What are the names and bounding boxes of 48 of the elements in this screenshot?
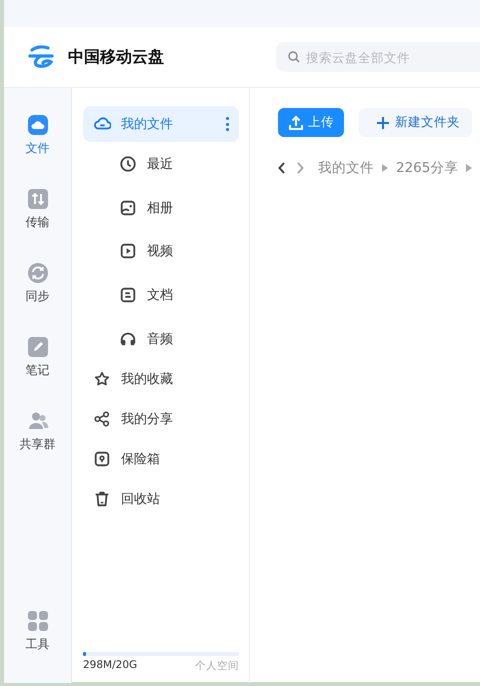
tree-item[interactable]: 回收站 — [83, 480, 239, 517]
grid-icon — [26, 610, 48, 632]
breadcrumb-link[interactable]: 我的文件 — [318, 159, 374, 177]
play-icon — [119, 242, 137, 260]
rail-tab[interactable]: 文件 — [2, 108, 74, 163]
rail-tab[interactable]: 传输 — [2, 182, 74, 237]
app-title: 中国移动云盘 — [68, 46, 164, 68]
sync-icon — [26, 262, 48, 284]
breadcrumb-link[interactable]: 2265分享 — [396, 159, 458, 177]
upload-icon — [288, 114, 304, 130]
trash-icon — [93, 490, 111, 508]
cloud-logo-icon — [28, 45, 56, 69]
separator-icon — [466, 164, 472, 172]
star-icon — [93, 370, 111, 388]
separator-icon — [382, 164, 388, 172]
search-bar[interactable]: 搜索云盘全部文件 — [276, 42, 480, 72]
tree-item[interactable]: 文档 — [83, 277, 239, 314]
search-icon — [288, 51, 300, 63]
back-icon[interactable] — [278, 162, 286, 174]
rail-tab[interactable]: 笔记 — [2, 330, 74, 385]
rail-tab[interactable]: 工具 — [2, 604, 74, 659]
pencil-icon — [26, 336, 48, 358]
tree-item[interactable]: 最近 — [83, 146, 239, 182]
document-icon — [119, 286, 137, 304]
headphones-icon — [119, 330, 137, 348]
storage-label: 个人空间 — [195, 659, 239, 673]
search-field[interactable]: 搜索云盘全部文件 — [306, 50, 476, 64]
tree-item[interactable]: 音频 — [83, 320, 239, 357]
more-icon[interactable] — [226, 117, 229, 131]
tree-item[interactable]: 我的文件 — [83, 106, 239, 142]
tree-item[interactable]: 相册 — [83, 190, 239, 226]
storage-usage: 298M/20G — [83, 659, 138, 673]
share-icon — [93, 410, 111, 428]
rail-tab[interactable]: 同步 — [2, 256, 74, 311]
tree-item[interactable]: 保险箱 — [83, 440, 239, 477]
new-folder-button[interactable]: 新建文件夹 — [359, 108, 472, 137]
clock-icon — [119, 155, 137, 173]
tree-item[interactable]: 视频 — [83, 233, 239, 270]
cloud-icon — [26, 114, 48, 136]
tree-item[interactable]: 我的收藏 — [83, 360, 239, 397]
plus-icon — [375, 114, 391, 130]
lock-box-icon — [93, 450, 111, 468]
rail-tab[interactable]: 共享群 — [2, 404, 74, 459]
tree-item[interactable]: 我的分享 — [83, 400, 239, 437]
photo-icon — [119, 198, 137, 217]
transfer-icon — [26, 188, 48, 210]
people-icon — [26, 410, 48, 432]
forward-icon[interactable] — [296, 162, 304, 174]
